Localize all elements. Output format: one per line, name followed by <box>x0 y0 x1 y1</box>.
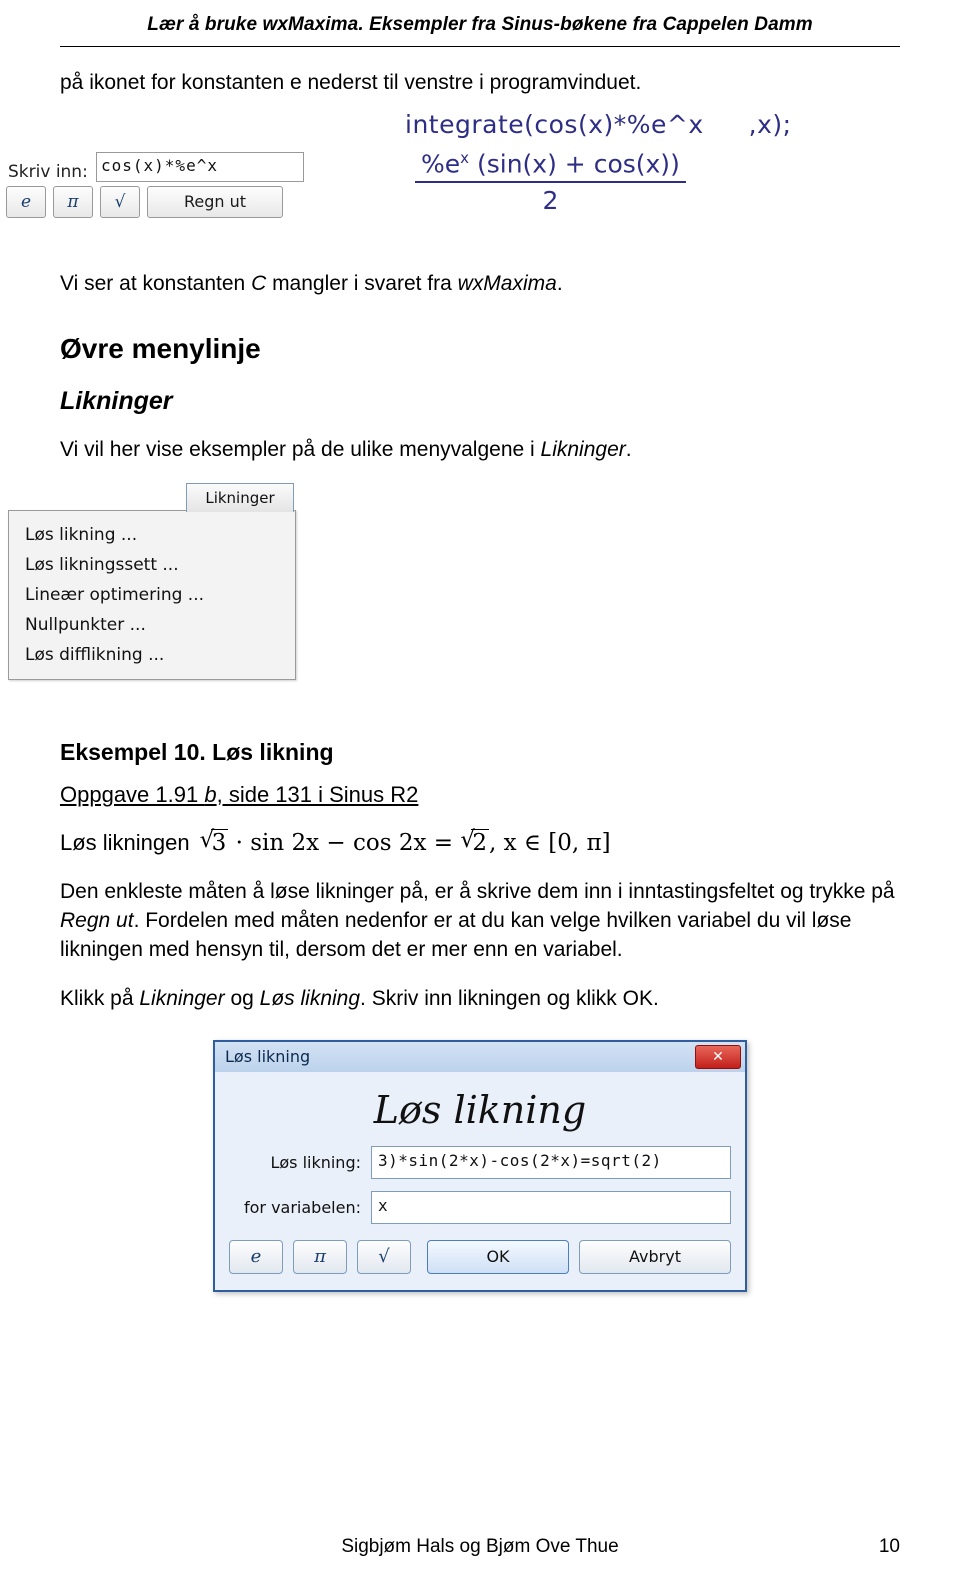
menu-item-los-likning[interactable]: Løs likning ... <box>9 520 295 550</box>
oppgave-reference: Oppgave 1.91 b, side 131 i Sinus R2 <box>60 782 900 808</box>
menu-item-linear-optimering[interactable]: Lineær optimering ... <box>9 580 295 610</box>
result-numerator: %ex (sin(x) + cos(x)) <box>415 149 686 181</box>
menu-dropdown-panel: Løs likning ... Løs likningssett ... Lin… <box>8 509 296 680</box>
footer-authors: Sigbjøm Hals og Bjøm Ove Thue <box>341 1536 619 1557</box>
dialog-avbryt-button[interactable]: Avbryt <box>579 1239 731 1274</box>
equation-domain: , x ∈ [0, π] <box>488 829 611 856</box>
pi-constant-button[interactable]: π <box>53 185 93 218</box>
intro-line-1: på ikonet for konstanten e nederst til v… <box>60 69 900 98</box>
maxima-input-field[interactable]: cos(x)*%e^x <box>96 151 304 182</box>
intro-line-1-text: på ikonet for konstanten e nederst til v… <box>60 71 642 94</box>
dialog-row-variabel: for variabelen: x <box>215 1190 745 1236</box>
los-likning-emph: Løs likning <box>259 986 361 1010</box>
equation-prefix: Løs likningen <box>60 829 190 855</box>
regn-ut-emph: Regn ut <box>60 908 134 932</box>
paragraph-2-mid: og <box>224 986 260 1010</box>
menu-item-los-likningssett[interactable]: Løs likningssett ... <box>9 550 295 580</box>
oppgave-post: , side 131 i Sinus R2 <box>216 781 419 807</box>
paragraph-1-post: . Fordelen med måten nedenfor er at du k… <box>60 908 852 961</box>
paragraph-1-pre: Den enkleste måten å løse likninger på, … <box>60 879 895 903</box>
sqrt-two: 2 <box>460 827 489 856</box>
maxima-command-tail: ,x); <box>748 109 792 139</box>
document-page: Lær å bruke wxMaxima. Eksempler fra Sinu… <box>0 0 960 1574</box>
result-denominator: 2 <box>542 186 559 216</box>
skriv-inn-label: Skriv inn: <box>8 161 88 182</box>
wxmaxima-name: wxMaxima <box>457 271 557 295</box>
close-icon[interactable]: ✕ <box>695 1044 741 1069</box>
dialog-heading: Løs likning <box>373 1087 587 1132</box>
result-fraction: %ex (sin(x) + cos(x)) 2 <box>415 149 686 215</box>
likninger-intro: Vi vil her vise eksempler på de ulike me… <box>60 436 900 465</box>
paragraph-2-pre: Klikk på <box>60 986 140 1010</box>
dialog-los-likning: Løs likning ✕ Løs likning Løs likning: 3… <box>213 1039 747 1292</box>
dialog-sqrt-button[interactable]: √ <box>357 1239 411 1274</box>
dialog-pi-constant-button[interactable]: π <box>293 1239 347 1274</box>
dialog-row-likning: Løs likning: 3)*sin(2*x)-cos(2*x)=sqrt(2… <box>215 1145 745 1191</box>
figure-likninger-menu: Likninger Løs likning ... Løs likningsse… <box>8 482 900 713</box>
paragraph-2: Klikk på Likninger og Løs likning. Skriv… <box>60 985 900 1014</box>
label-for-variabelen: for variabelen: <box>243 1197 361 1217</box>
figure-input-and-result: Skriv inn: cos(x)*%e^x e π √ Regn ut int… <box>6 110 900 270</box>
likninger-emph: Likninger <box>139 986 225 1010</box>
heading-ovre-menylinje: Øvre menylinje <box>60 332 261 364</box>
intro-line-2-post: . <box>556 271 563 295</box>
sqrt-button[interactable]: √ <box>100 185 140 218</box>
menu-tab-likninger[interactable]: Likninger <box>186 482 294 512</box>
footer-inner: Sigbjøm Hals og Bjøm Ove Thue 10 <box>60 1536 900 1558</box>
maxima-command-text: integrate(cos(x)*%e^x <box>405 109 704 139</box>
e-constant-button[interactable]: e <box>6 185 46 218</box>
dialog-titlebar: Løs likning ✕ <box>215 1041 745 1072</box>
maxima-output: integrate(cos(x)*%e^x ,x); %ex (sin(x) + … <box>405 110 825 215</box>
result-numerator-base: %e <box>421 149 461 179</box>
oppgave-pre: Oppgave 1.91 <box>60 781 205 807</box>
footer-page-number: 10 <box>878 1536 900 1557</box>
constant-c: C <box>251 271 267 295</box>
dialog-ok-button[interactable]: OK <box>427 1239 569 1274</box>
page-footer: Sigbjøm Hals og Bjøm Ove Thue 10 <box>0 1536 960 1558</box>
oppgave-letter: b <box>204 781 217 807</box>
regn-ut-button[interactable]: Regn ut <box>147 185 283 218</box>
sqrt-three: 3 <box>200 827 229 856</box>
input-toolbar: e π √ Regn ut <box>6 185 283 218</box>
input-for-variabelen[interactable]: x <box>371 1190 731 1224</box>
likninger-intro-post: . <box>625 437 632 461</box>
intro-line-2-mid: mangler i svaret fra <box>266 271 458 295</box>
dialog-title-text: Løs likning <box>225 1047 311 1067</box>
paragraph-2-post: . Skriv inn likningen og klikk OK. <box>360 986 659 1010</box>
heading-eksempel-10: Eksempel 10. Løs likning <box>60 738 334 765</box>
header-divider <box>60 46 900 47</box>
result-numerator-exponent: x <box>460 148 470 167</box>
dialog-button-row: e π √ OK Avbryt <box>215 1236 745 1290</box>
menu-item-nullpunkter[interactable]: Nullpunkter ... <box>9 610 295 640</box>
likninger-intro-emph: Likninger <box>540 437 626 461</box>
paragraph-1: Den enkleste måten å løse likninger på, … <box>60 878 900 965</box>
input-los-likning[interactable]: 3)*sin(2*x)-cos(2*x)=sqrt(2) <box>371 1145 731 1179</box>
menu-item-los-difflikning[interactable]: Løs difflikning ... <box>9 640 295 670</box>
page-header: Lær å bruke wxMaxima. Eksempler fra Sinu… <box>147 14 813 35</box>
equation-math: 3 · sin 2x − cos 2x = 2, x ∈ [0, π] <box>200 827 611 856</box>
likninger-intro-pre: Vi vil her vise eksempler på de ulike me… <box>60 437 541 461</box>
dialog-e-constant-button[interactable]: e <box>229 1239 283 1274</box>
equation-body: · sin 2x − cos 2x = <box>235 829 454 856</box>
label-los-likning: Løs likning: <box>270 1152 361 1172</box>
equation-line: Løs likningen 3 · sin 2x − cos 2x = 2, x… <box>60 827 900 856</box>
intro-line-2-pre: Vi ser at konstanten <box>60 271 252 295</box>
maxima-command-line: integrate(cos(x)*%e^x ,x); <box>405 110 825 139</box>
heading-likninger: Likninger <box>60 386 173 415</box>
result-numerator-rest: (sin(x) + cos(x)) <box>476 149 680 179</box>
intro-line-2: Vi ser at konstanten C mangler i svaret … <box>60 270 900 299</box>
